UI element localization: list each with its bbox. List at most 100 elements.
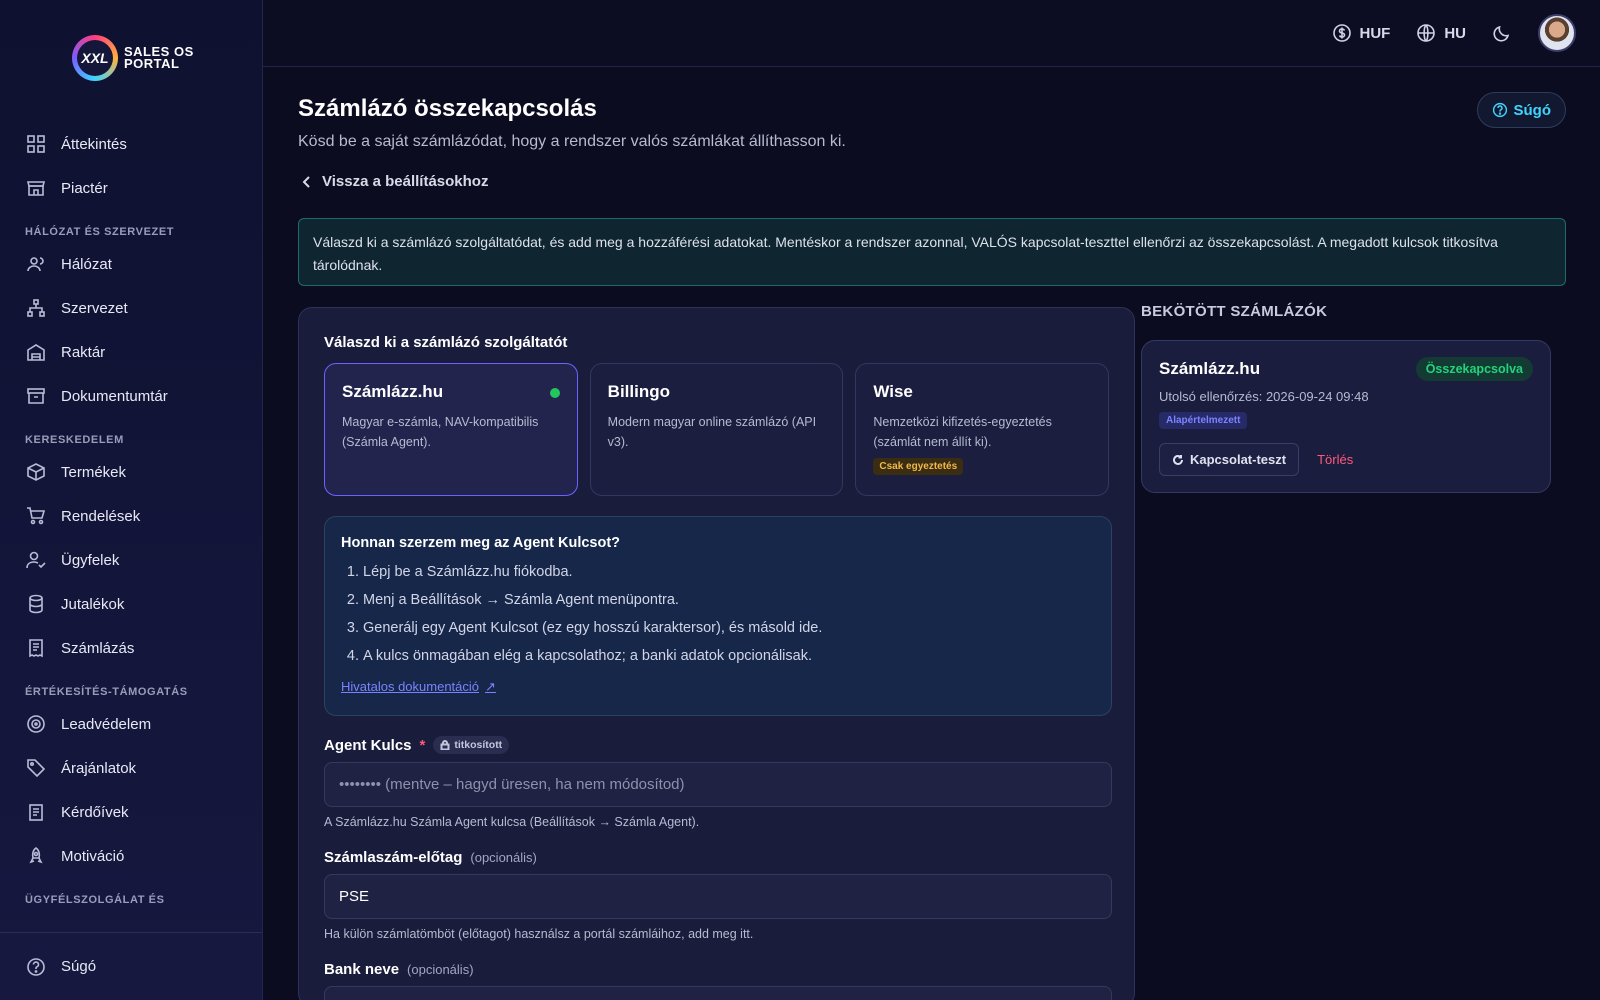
provider-select-label: Válaszd ki a számlázó szolgáltatót	[324, 334, 568, 351]
agent-key-label-text: Agent Kulcs	[324, 736, 412, 754]
sidebar-item-label: Árajánlatok	[61, 759, 137, 777]
external-link-icon: ↗	[485, 679, 496, 694]
moon-icon	[1493, 25, 1510, 42]
connection-test-label: Kapcsolat-teszt	[1190, 452, 1287, 467]
info-alert-text: Válaszd ki a számlázó szolgáltatódat, és…	[313, 234, 1498, 273]
provider-option-wise[interactable]: Wise Nemzetközi kifizetés-egyeztetés (sz…	[855, 363, 1110, 496]
brand-logo[interactable]: XXL SALES OS PORTAL	[72, 35, 194, 81]
avatar[interactable]	[1538, 14, 1576, 52]
provider-name: Billingo	[607, 382, 670, 401]
nav-section-title: ÉRTÉKESÍTÉS-TÁMOGATÁS	[25, 686, 188, 698]
howto-steps: Lépj be a Számlázz.hu fiókodba. Menj a B…	[341, 563, 1095, 675]
sidebar-item-motivacio[interactable]: Motiváció	[0, 834, 262, 878]
lock-icon	[440, 740, 450, 750]
page-title: Számlázó összekapcsolás	[298, 95, 597, 122]
sidebar-item-szamlazas[interactable]: Számlázás	[0, 626, 262, 670]
provider-name: Wise	[873, 382, 913, 401]
sidebar-item-label: Jutalékok	[61, 595, 125, 613]
optional-mark: (opcionális)	[407, 962, 474, 977]
dollar-circle-icon	[1332, 24, 1351, 42]
clipboard-icon	[29, 804, 43, 821]
box-icon	[27, 463, 45, 481]
agent-key-hint: A Számlázz.hu Számla Agent kulcsa (Beáll…	[324, 815, 700, 829]
theme-toggle[interactable]	[1492, 23, 1512, 43]
currency-label: HUF	[1359, 24, 1391, 42]
sidebar-item-termekek[interactable]: Termékek	[0, 450, 262, 494]
provider-option-billingo[interactable]: Billingo Modern magyar online számlázó (…	[589, 363, 844, 496]
chevron-left-icon	[302, 175, 310, 188]
reconcile-only-badge: Csak egyeztetés	[873, 458, 964, 475]
provider-option-szamlazz[interactable]: Számlázz.hu Magyar e-számla, NAV-kompati…	[324, 363, 578, 496]
sidebar-item-label: Szervezet	[61, 299, 128, 317]
language-selector[interactable]: HU	[1416, 23, 1466, 43]
integration-form: Válaszd ki a számlázó szolgáltatót Száml…	[298, 307, 1135, 1000]
database-icon	[29, 594, 43, 614]
sidebar-item-szervezet[interactable]: Szervezet	[0, 286, 262, 330]
agent-key-label: Agent Kulcs * titkosított	[324, 736, 1109, 754]
sidebar-item-label: Motiváció	[61, 847, 125, 865]
optional-mark: (opcionális)	[470, 850, 537, 865]
nav-section-title: HÁLÓZAT ÉS SZERVEZET	[25, 226, 175, 238]
sidebar-item-ugyfelek[interactable]: Ügyfelek	[0, 538, 262, 582]
prefix-hint: Ha külön számlatömböt (előtagot) használ…	[324, 927, 754, 941]
sidebar-item-leadvedelem[interactable]: Leadvédelem	[0, 702, 262, 746]
sidebar-item-attekintes[interactable]: Áttekintés	[0, 122, 262, 166]
help-icon	[27, 957, 45, 976]
sidebar-item-kerdoivek[interactable]: Kérdőívek	[0, 790, 262, 834]
delete-button[interactable]: Törlés	[1317, 452, 1353, 467]
org-icon	[27, 299, 45, 317]
sidebar-item-jutalekok[interactable]: Jutalékok	[0, 582, 262, 626]
sidebar-item-label: Piactér	[61, 179, 108, 197]
howto-step: Menj a Beállítások → Számla Agent menüpo…	[363, 591, 1095, 619]
globe-icon	[1417, 24, 1436, 42]
sidebar-item-sugo[interactable]: Súgó	[0, 932, 262, 1000]
docs-link[interactable]: Hivatalos dokumentáció ↗	[341, 679, 496, 695]
howto-step: Generálj egy Agent Kulcsot (ez egy hossz…	[363, 619, 1095, 647]
bank-name-input[interactable]	[324, 986, 1112, 1000]
back-link-label: Vissza a beállításokhoz	[322, 173, 489, 190]
tag-icon	[27, 759, 46, 778]
provider-name: Számlázz.hu	[342, 382, 444, 401]
logo-mark: XXL	[72, 35, 118, 81]
sidebar-item-rendelesek[interactable]: Rendelések	[0, 494, 262, 538]
back-link[interactable]: Vissza a beállításokhoz	[300, 173, 488, 190]
sidebar-item-dokumentumtar[interactable]: Dokumentumtár	[0, 374, 262, 418]
default-badge: Alapértelmezett	[1159, 412, 1248, 429]
target-icon	[27, 715, 45, 733]
users-icon	[27, 257, 44, 272]
bank-name-label: Bank neve (opcionális)	[324, 961, 1109, 978]
sidebar-item-arajanlatok[interactable]: Árajánlatok	[0, 746, 262, 790]
sidebar-item-halozat[interactable]: Hálózat	[0, 242, 262, 286]
status-badge: Összekapcsolva	[1415, 357, 1533, 381]
grid-icon	[27, 135, 45, 153]
nav-section-title: KERESKEDELEM	[25, 434, 124, 446]
required-mark: *	[419, 736, 426, 754]
sidebar-item-label: Számlázás	[61, 639, 135, 657]
help-button-label: Súgó	[1513, 101, 1552, 119]
bank-name-label-text: Bank neve	[324, 961, 400, 978]
docs-link-label: Hivatalos dokumentáció	[341, 679, 480, 694]
topbar: HUF HU	[263, 0, 1600, 67]
help-button[interactable]: Súgó	[1476, 92, 1566, 128]
rocket-icon	[29, 847, 43, 864]
sidebar-item-label: Raktár	[61, 343, 106, 361]
sidebar-item-raktar[interactable]: Raktár	[0, 330, 262, 374]
sidebar-item-piacter[interactable]: Piactér	[0, 166, 262, 210]
agent-key-input[interactable]	[324, 762, 1112, 807]
currency-selector[interactable]: HUF	[1332, 23, 1391, 43]
connected-section-title: BEKÖTÖTT SZÁMLÁZÓK	[1141, 303, 1328, 320]
provider-desc: Nemzetközi kifizetés-egyeztetés (számlát…	[873, 415, 1052, 449]
sidebar-item-label: Kérdőívek	[61, 803, 129, 821]
sidebar-item-label: Termékek	[61, 463, 127, 481]
prefix-input[interactable]	[324, 874, 1112, 919]
provider-desc: Magyar e-számla, NAV-kompatibilis (Száml…	[342, 415, 539, 449]
howto-step: Lépj be a Számlázz.hu fiókodba.	[363, 563, 1095, 591]
refresh-icon	[1173, 454, 1183, 465]
info-alert: Válaszd ki a számlázó szolgáltatódat, és…	[298, 218, 1566, 286]
sidebar-item-label: Rendelések	[61, 507, 141, 525]
sidebar-item-label: Súgó	[61, 958, 97, 975]
connected-actions: Kapcsolat-teszt Törlés	[1159, 443, 1533, 476]
connection-test-button[interactable]: Kapcsolat-teszt	[1159, 443, 1300, 476]
cart-icon	[27, 507, 46, 525]
sidebar-item-label: Leadvédelem	[61, 715, 152, 733]
